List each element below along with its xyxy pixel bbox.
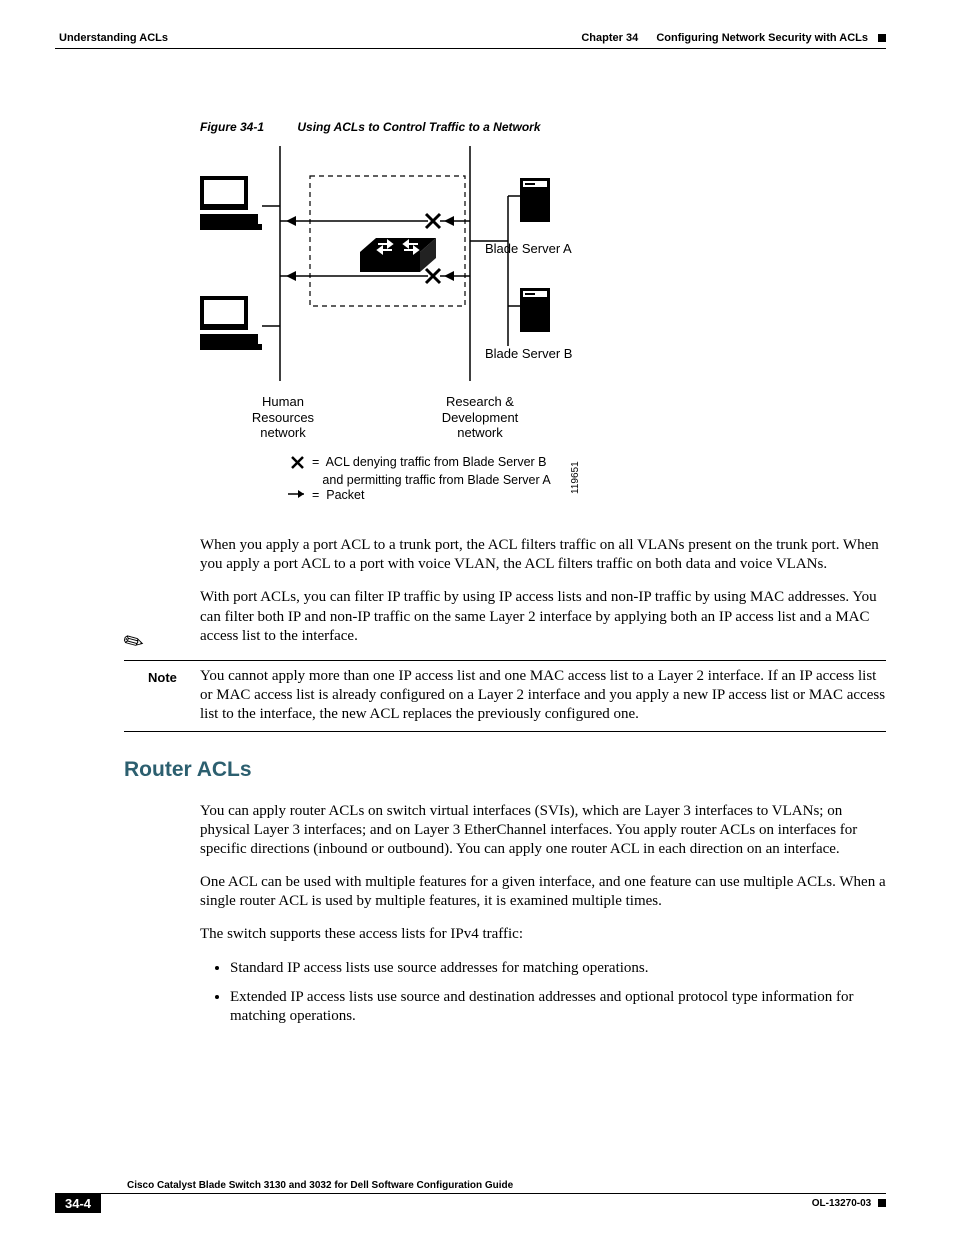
paragraph: You can apply router ACLs on switch virt… [200, 802, 886, 860]
deny-x-icon [426, 214, 440, 228]
header-section-right: Chapter 34 Configuring Network Security … [581, 32, 886, 44]
paragraph: The switch supports these access lists f… [200, 925, 886, 944]
body-text-1: When you apply a port ACL to a trunk por… [200, 536, 886, 646]
pc-icon [200, 296, 262, 350]
figure-number: Figure 34-1 [200, 120, 264, 134]
legend-arrow-icon [288, 490, 304, 498]
footer-doc-title: Cisco Catalyst Blade Switch 3130 and 303… [55, 1180, 886, 1194]
legend-x-icon [292, 457, 303, 468]
pencil-icon: ✎ [118, 625, 150, 660]
switch-icon [360, 238, 436, 272]
legend-deny: = ACL denying traffic from Blade Server … [312, 454, 551, 489]
acl-diagram: Blade Server A Blade Server B Human Reso… [200, 146, 760, 536]
note-rule [124, 731, 886, 732]
paragraph: With port ACLs, you can filter IP traffi… [200, 588, 886, 646]
header-section-name: Understanding ACLs [59, 32, 168, 44]
list-item: Standard IP access lists use source addr… [230, 959, 886, 978]
header-end-marker [878, 34, 886, 42]
page-footer: Cisco Catalyst Blade Switch 3130 and 303… [55, 1180, 886, 1213]
header-chapter-label: Chapter 34 [581, 32, 638, 44]
figure-id-sideways: 119651 [570, 461, 581, 494]
page-number: 34-4 [55, 1194, 101, 1213]
label-blade-a: Blade Server A [485, 241, 572, 257]
note-text: You cannot apply more than one IP access… [200, 667, 886, 725]
bullet-list: Standard IP access lists use source addr… [200, 959, 886, 1027]
footer-row: 34-4 OL-13270-03 [55, 1194, 886, 1213]
header-section-left: Understanding ACLs [55, 32, 168, 44]
header-chapter-title: Configuring Network Security with ACLs [656, 32, 868, 44]
header-rule [55, 48, 886, 49]
body-text-2: You can apply router ACLs on switch virt… [200, 802, 886, 1027]
list-item: Extended IP access lists use source and … [230, 988, 886, 1026]
label-blade-b: Blade Server B [485, 346, 572, 362]
page-header: Understanding ACLs Chapter 34 Configurin… [55, 32, 886, 44]
figure-caption: Figure 34-1 Using ACLs to Control Traffi… [200, 120, 886, 134]
figure-title: Using ACLs to Control Traffic to a Netwo… [297, 120, 540, 134]
paragraph: One ACL can be used with multiple featur… [200, 873, 886, 911]
legend-packet: = Packet [312, 487, 364, 505]
deny-x-icon [426, 269, 440, 283]
paragraph: When you apply a port ACL to a trunk por… [200, 536, 886, 574]
note-label: Note [148, 670, 177, 685]
section-heading-router-acls: Router ACLs [124, 758, 886, 782]
content-area: Figure 34-1 Using ACLs to Control Traffi… [200, 120, 886, 1040]
note-rule [124, 660, 886, 661]
footer-end-marker [878, 1199, 886, 1207]
label-right-network: Research & Development network [425, 394, 535, 441]
doc-id: OL-13270-03 [812, 1198, 871, 1209]
label-left-network: Human Resources network [238, 394, 328, 441]
server-icon [520, 178, 550, 222]
pc-icon [200, 176, 262, 230]
server-icon [520, 288, 550, 332]
note-block: ✎ Note You cannot apply more than one IP… [200, 660, 886, 732]
